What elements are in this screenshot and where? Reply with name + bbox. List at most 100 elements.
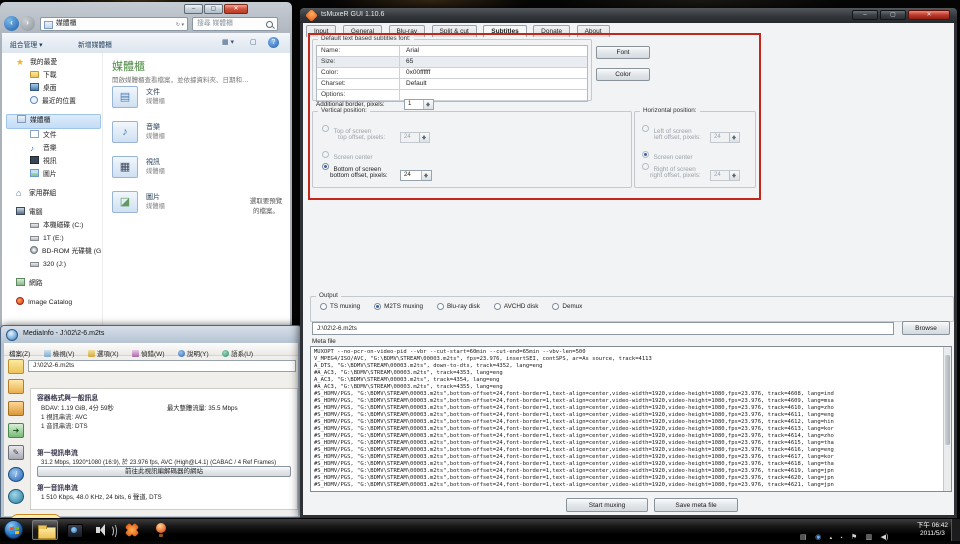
start-muxing-button[interactable]: Start muxing — [566, 498, 648, 512]
library-item[interactable]: 圖片媒體櫃 — [112, 191, 165, 226]
taskbar-explorer-button[interactable] — [32, 520, 58, 540]
output-mode-radio[interactable]: M2TS muxing — [374, 302, 423, 311]
library-item-icon — [112, 191, 138, 213]
language-icon[interactable] — [8, 489, 24, 504]
sidebar-item[interactable]: 家用群組 — [6, 187, 101, 200]
output-mode-radio[interactable]: Blu-ray disk — [437, 302, 480, 311]
sidebar-item[interactable]: 圖片 — [6, 168, 101, 181]
sidebar-item[interactable]: 文件 — [6, 129, 101, 142]
open-folder-icon[interactable] — [8, 401, 24, 416]
about-icon[interactable]: i — [8, 467, 24, 482]
start-button[interactable] — [4, 520, 23, 539]
font-table-row[interactable]: Options: — [317, 90, 587, 101]
output-mode-radio[interactable]: AVCHD disk — [494, 302, 539, 311]
scrollbar[interactable] — [943, 347, 951, 491]
organize-menu[interactable]: 組合管理 ▾ — [10, 39, 43, 49]
tab[interactable]: Split & cut — [432, 25, 477, 37]
forward-button[interactable]: › — [20, 16, 35, 31]
sidebar-item[interactable]: BD-ROM 光碟機 (G:) T — [6, 245, 101, 258]
border-stepper[interactable]: 1 — [404, 99, 434, 110]
menu-item[interactable]: 偵錯(W) — [132, 351, 164, 358]
maximize-button[interactable]: ▢ — [204, 4, 223, 14]
taskbar-mediainfo-button[interactable] — [119, 520, 145, 540]
font-table-row[interactable]: Color:0x00ffffff — [317, 68, 587, 79]
font-table-row[interactable]: Name:Arial — [317, 46, 587, 57]
right-offset-stepper[interactable]: 24 — [710, 170, 740, 181]
menu-item[interactable]: 語系(U) — [222, 351, 253, 358]
library-item[interactable]: 文件媒體櫃 — [112, 86, 165, 121]
output-path-input[interactable]: J:\02\2-6.m2ts — [312, 322, 894, 335]
sidebar-item[interactable]: 最近的位置 — [6, 95, 101, 108]
sidebar-item-icon — [30, 246, 38, 254]
tab[interactable]: About — [577, 25, 610, 37]
library-item[interactable]: 視訊媒體櫃 — [112, 156, 165, 191]
back-button[interactable]: ‹ — [4, 16, 19, 31]
font-button[interactable]: Font — [596, 46, 650, 59]
settings-icon[interactable]: ✎ — [8, 445, 24, 460]
output-mode-radio[interactable]: Demux — [552, 302, 582, 311]
tab[interactable]: Donate — [533, 25, 570, 37]
menu-item[interactable]: 說明(Y) — [178, 351, 209, 358]
tab[interactable]: Subtitles — [483, 25, 526, 37]
maximize-button[interactable]: ▢ — [880, 10, 906, 20]
meta-file-textarea[interactable]: MUXOPT --no-pcr-on-video-pid --vbr --cut… — [310, 346, 952, 492]
refresh-icon[interactable]: ↻ ▾ — [176, 19, 184, 31]
font-table-row[interactable]: Charset:Default — [317, 79, 587, 90]
font-table-row[interactable]: Size:65 — [317, 57, 587, 68]
top-offset-stepper[interactable]: 24 — [400, 132, 430, 143]
sidebar-item[interactable]: 媒體櫃 — [6, 114, 101, 129]
sidebar-item[interactable]: 下載 — [6, 69, 101, 82]
output-mode-radio[interactable]: TS muxing — [320, 302, 360, 311]
sidebar-item-icon — [30, 130, 39, 138]
left-offset-stepper[interactable]: 24 — [710, 132, 740, 143]
sidebar-item[interactable]: 視訊 — [6, 155, 101, 168]
menu-item-icon — [88, 350, 95, 357]
preview-pane-icon[interactable]: ▢ — [250, 38, 257, 46]
tray-dot-icon[interactable]: ▪ — [841, 535, 843, 541]
show-desktop-button[interactable] — [951, 519, 960, 541]
export-info-icon[interactable]: ➜ — [8, 423, 24, 438]
color-button[interactable]: Color — [596, 68, 650, 81]
close-icon[interactable]: ✕ — [908, 10, 950, 20]
sidebar-item[interactable]: 320 (J:) — [6, 258, 101, 271]
browse-button[interactable]: Browse — [902, 321, 950, 335]
search-icon[interactable] — [266, 21, 273, 28]
menu-item[interactable]: 選項(X) — [88, 351, 119, 358]
library-item-icon — [112, 156, 138, 178]
scrollbar-thumb[interactable] — [945, 355, 950, 445]
taskbar-player-button[interactable] — [61, 520, 87, 540]
address-bar[interactable]: 媒體櫃 ↻ ▾ — [40, 17, 188, 31]
search-input[interactable]: 搜尋 媒體櫃 — [192, 17, 278, 31]
help-icon[interactable]: ? — [268, 37, 279, 48]
tray-expand-icon[interactable]: ▴ — [830, 535, 833, 541]
menu-item[interactable]: 檢視(V) — [44, 351, 75, 358]
sidebar-item[interactable]: 網路 — [6, 277, 101, 290]
codec-website-button[interactable]: 前往此視訊編解碼器的網站 — [37, 466, 291, 477]
minimize-button[interactable]: – — [184, 4, 203, 14]
sidebar-item[interactable]: 音樂 — [6, 142, 101, 155]
general-line: 1 視訊串流: AVC — [41, 412, 87, 421]
sidebar-item[interactable]: 電腦 — [6, 206, 101, 219]
save-meta-file-button[interactable]: Save meta file — [654, 498, 738, 512]
sidebar-item[interactable]: 本機磁碟 (C:) — [6, 219, 101, 232]
output-mode-radios: TS muxing M2TS muxing Blu-ray disk AVCHD… — [320, 302, 582, 311]
system-tray: ▤ ◉ ▴ ▪ ⚑ ▥ ◀) — [800, 526, 892, 544]
minimize-button[interactable]: – — [852, 10, 878, 20]
close-icon[interactable]: ✕ — [224, 4, 248, 14]
menu-item[interactable]: 檔案(Z) — [9, 351, 30, 358]
taskbar-clock[interactable]: 下午 06:42 2011/5/3 — [917, 522, 948, 538]
sidebar-item[interactable]: 1T (E:) — [6, 232, 101, 245]
open-file-icon[interactable] — [8, 379, 24, 394]
bottom-offset-stepper[interactable]: 24 — [400, 170, 432, 181]
taskbar-tsmuxer-button[interactable] — [148, 520, 174, 540]
new-library-button[interactable]: 新增媒體櫃 — [78, 39, 112, 49]
sidebar-item[interactable]: 我的最愛 — [6, 56, 101, 69]
sidebar-item[interactable]: 桌面 — [6, 82, 101, 95]
filename-combobox[interactable]: J:\02\2-6.m2ts — [28, 360, 296, 372]
sidebar-item[interactable]: Image Catalog — [6, 296, 101, 309]
font-table[interactable]: Name:Arial Size:65 Color:0x00ffffff Char… — [316, 45, 588, 102]
change-view-icon[interactable]: ▦ ▾ — [222, 38, 234, 46]
taskbar-audio-button[interactable] — [90, 520, 116, 540]
library-item[interactable]: 音樂媒體櫃 — [112, 121, 165, 156]
library-item-icon — [112, 86, 138, 108]
